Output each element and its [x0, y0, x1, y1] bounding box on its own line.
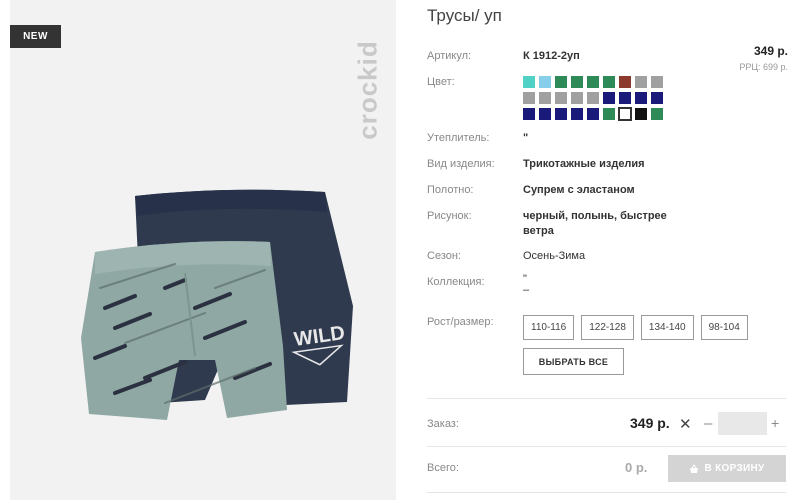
color-swatch[interactable]	[555, 76, 567, 88]
divider	[427, 398, 786, 399]
pattern-label: Рисунок:	[427, 210, 472, 222]
color-swatch[interactable]	[555, 108, 567, 120]
total-label: Всего:	[427, 462, 459, 474]
select-all-button[interactable]: ВЫБРАТЬ ВСЕ	[523, 348, 624, 375]
brand-logo: crockid	[353, 20, 383, 160]
size-option-98-104[interactable]: 98-104	[700, 315, 748, 340]
color-swatch[interactable]	[523, 108, 535, 120]
article-value: К 1912-2уп	[523, 50, 580, 62]
season-label: Сезон:	[427, 250, 461, 262]
insulation-value: "	[523, 132, 529, 144]
color-swatch[interactable]	[523, 76, 535, 88]
fabric-label: Полотно:	[427, 184, 474, 196]
divider	[427, 446, 786, 447]
color-swatch[interactable]	[635, 108, 647, 120]
color-swatch[interactable]	[587, 108, 599, 120]
add-to-cart-button[interactable]: В КОРЗИНУ	[668, 455, 786, 482]
season-value: Осень-Зима	[523, 250, 586, 262]
color-swatch[interactable]	[571, 108, 583, 120]
color-swatch[interactable]	[587, 76, 599, 88]
collection-label: Коллекция:	[427, 276, 485, 288]
type-label: Вид изделия:	[427, 158, 495, 170]
size-option-110-116[interactable]: 110-116	[523, 315, 575, 340]
decrement-button[interactable]: –	[704, 415, 712, 432]
add-to-cart-label: В КОРЗИНУ	[704, 463, 765, 474]
fabric-value: Супрем с эластаном	[523, 184, 635, 196]
collection-value-2: –	[523, 284, 530, 296]
product-price: 349 р.	[753, 44, 788, 58]
brand-logo-text: crockid	[352, 40, 383, 140]
color-swatch[interactable]	[539, 76, 551, 88]
order-amount: 349 р.	[630, 415, 670, 431]
size-options: 110-116 122-128 134-140 98-104	[523, 315, 748, 340]
color-swatch[interactable]	[619, 92, 631, 104]
insulation-label: Утеплитель:	[427, 132, 490, 144]
color-swatch[interactable]	[587, 92, 599, 104]
type-value: Трикотажные изделия	[523, 158, 645, 170]
color-swatch[interactable]	[555, 92, 567, 104]
increment-button[interactable]: +	[771, 415, 779, 431]
color-swatch[interactable]	[571, 92, 583, 104]
color-swatch[interactable]	[539, 92, 551, 104]
size-label: Рост/размер:	[427, 316, 494, 328]
recommended-price: РРЦ: 699 р.	[739, 62, 788, 72]
order-label: Заказ:	[427, 418, 459, 430]
new-badge: NEW	[10, 25, 61, 48]
color-swatch[interactable]	[651, 108, 663, 120]
product-image-panel: NEW crockid WILD	[10, 0, 396, 500]
size-option-134-140[interactable]: 134-140	[640, 315, 694, 340]
divider	[427, 492, 786, 493]
color-swatch[interactable]	[603, 76, 615, 88]
color-swatch[interactable]	[539, 108, 551, 120]
pattern-value: черный, полынь, быстрее ветра	[523, 210, 667, 237]
color-swatch[interactable]	[635, 76, 647, 88]
remove-icon[interactable]: ✕	[679, 415, 692, 433]
color-label: Цвет:	[427, 76, 455, 88]
article-label: Артикул:	[427, 50, 472, 62]
color-swatch[interactable]	[635, 92, 647, 104]
color-swatch[interactable]	[651, 76, 663, 88]
color-swatch[interactable]	[523, 92, 535, 104]
color-swatch[interactable]	[618, 107, 632, 121]
product-title: Трусы/ уп	[427, 6, 502, 25]
color-swatch[interactable]	[603, 92, 615, 104]
quantity-input[interactable]	[718, 412, 767, 435]
basket-icon	[690, 463, 699, 473]
color-swatch[interactable]	[619, 76, 631, 88]
color-swatches	[523, 76, 673, 121]
color-swatch[interactable]	[651, 92, 663, 104]
size-option-122-128[interactable]: 122-128	[581, 315, 634, 340]
total-amount: 0 р.	[625, 460, 648, 475]
color-swatch[interactable]	[603, 108, 615, 120]
product-photo[interactable]: WILD	[55, 178, 375, 424]
color-swatch[interactable]	[571, 76, 583, 88]
